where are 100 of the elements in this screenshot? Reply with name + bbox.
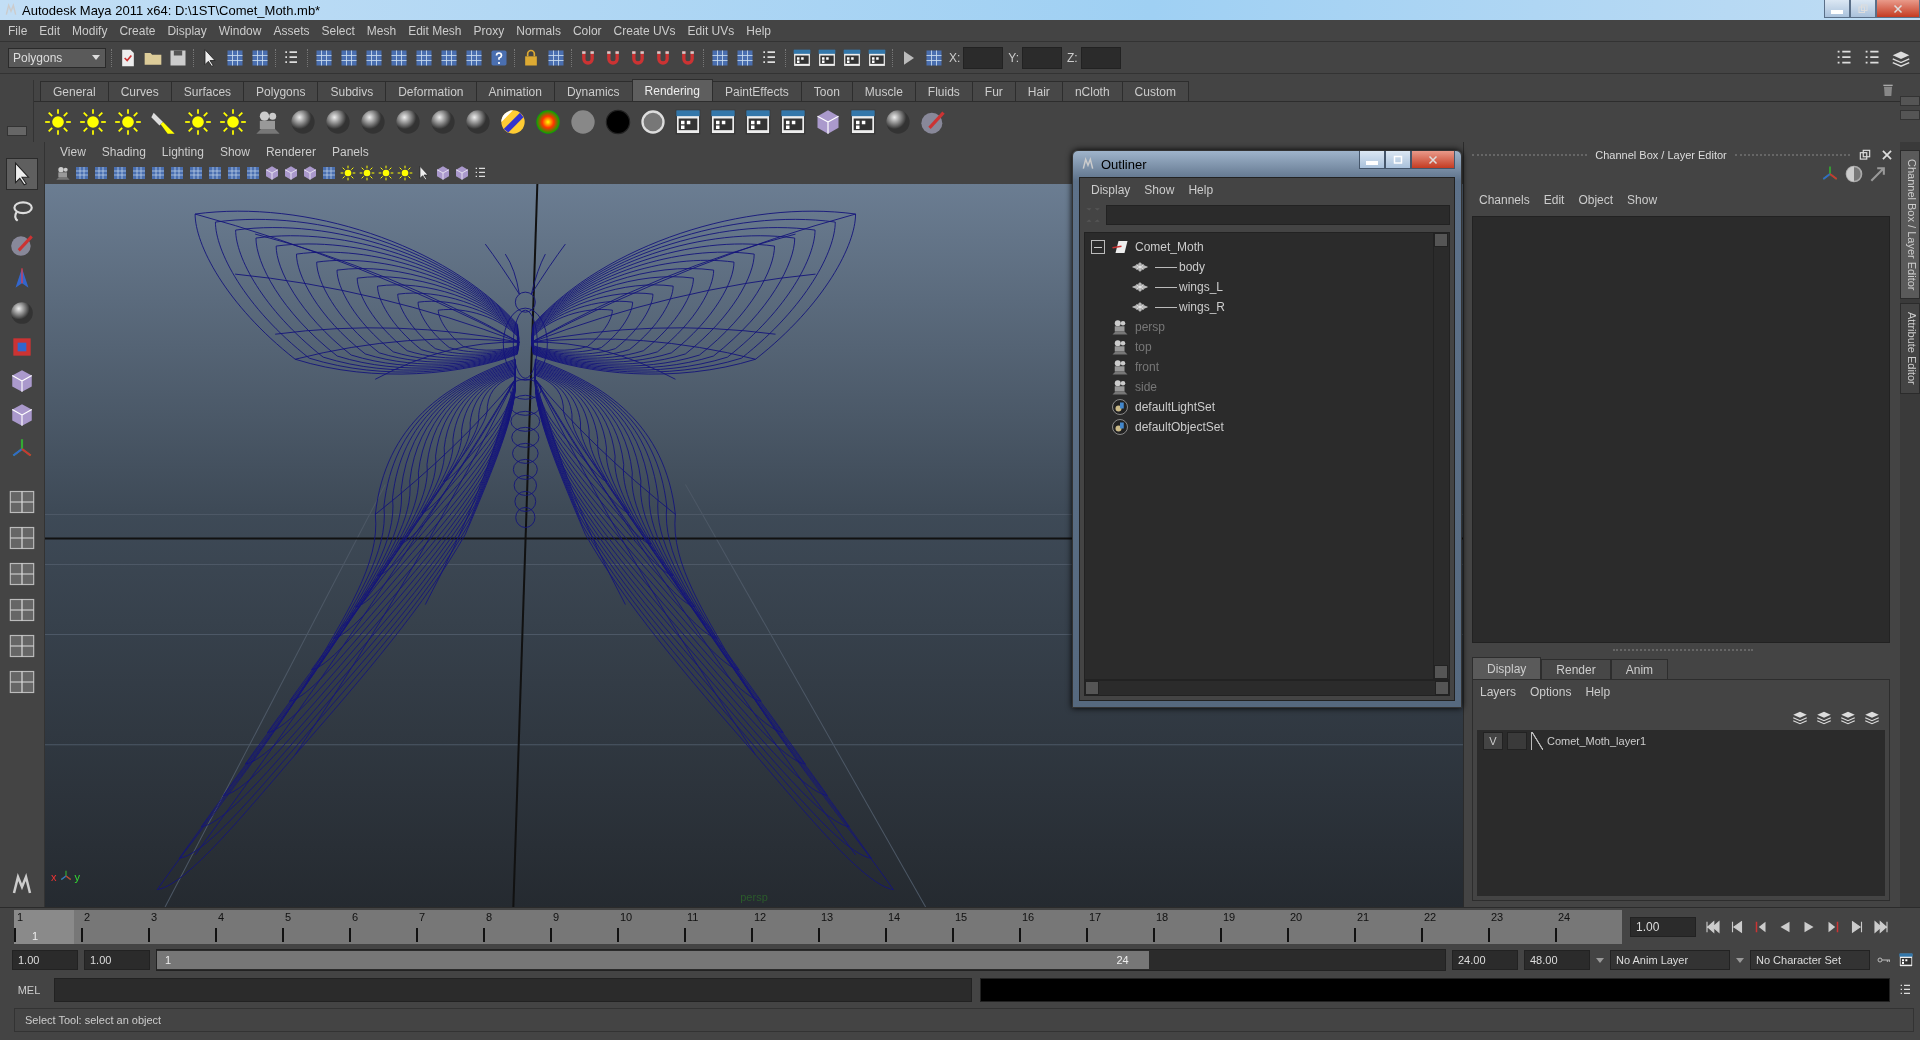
close-button[interactable] [1876, 0, 1920, 18]
grid-icon[interactable] [169, 165, 185, 181]
cube-icon[interactable] [264, 165, 280, 181]
grid-icon[interactable] [150, 165, 166, 181]
clapper-icon[interactable] [709, 108, 737, 136]
range-slider[interactable]: 1 24 [157, 951, 1149, 969]
menu-item[interactable]: Proxy [467, 23, 511, 38]
menu-item[interactable]: Normals [510, 23, 567, 38]
arrow-icon[interactable] [1868, 164, 1888, 184]
coordinate-field[interactable] [963, 46, 1004, 69]
dropdown-caret-icon[interactable] [1736, 957, 1744, 963]
grid-icon[interactable] [112, 165, 128, 181]
sun-icon[interactable] [184, 108, 212, 136]
close-icon[interactable] [1880, 148, 1894, 162]
sun-icon[interactable] [44, 108, 72, 136]
layer-tab[interactable]: Render [1541, 659, 1611, 679]
menu-item[interactable]: Layers [1473, 685, 1524, 699]
sphere-icon[interactable] [464, 108, 492, 136]
filter-field[interactable] [1106, 205, 1450, 225]
layer-tab[interactable]: Display [1472, 657, 1542, 679]
cube-icon[interactable] [454, 165, 470, 181]
start-time-field[interactable]: 1.00 [12, 950, 78, 970]
panel-layout-icon[interactable] [8, 524, 36, 552]
panel-menu-item[interactable]: Panels [324, 145, 376, 159]
sun-icon[interactable] [79, 108, 107, 136]
panel-menu-item[interactable]: Renderer [258, 145, 323, 159]
shelf-tab[interactable]: General [40, 81, 109, 101]
grid-icon[interactable] [321, 165, 337, 181]
cube-icon[interactable] [9, 368, 35, 394]
panel-layout-icon[interactable] [8, 632, 36, 660]
panel-menu-item[interactable]: View [53, 145, 93, 159]
playback-end-field[interactable]: 24.00 [1452, 950, 1518, 970]
menu-item[interactable]: Edit [1536, 193, 1572, 207]
axes-icon[interactable] [58, 869, 73, 883]
sphere-icon[interactable] [289, 108, 317, 136]
skip-to-end-icon[interactable] [1872, 917, 1890, 936]
shelf-tab[interactable]: Rendering [631, 79, 713, 101]
menu-item[interactable]: Object [1571, 193, 1621, 207]
coordinate-field[interactable] [1080, 46, 1121, 69]
menu-item[interactable]: Show [1137, 183, 1182, 197]
menu-item[interactable]: Assets [267, 23, 316, 38]
sun-icon[interactable] [114, 108, 142, 136]
sun-icon[interactable] [340, 165, 356, 181]
shelf-tab[interactable]: Polygons [243, 81, 319, 101]
coordinate-field[interactable] [1022, 46, 1063, 69]
menu-item[interactable]: Help [1181, 183, 1221, 197]
menu-item[interactable]: Channels [1472, 193, 1537, 207]
trash-icon[interactable] [1880, 82, 1896, 98]
shelf-tab[interactable]: Custom [1121, 81, 1189, 101]
dropdown-caret-icon[interactable] [1596, 957, 1604, 963]
grid-icon[interactable] [226, 165, 242, 181]
menu-item[interactable]: Modify [66, 23, 114, 38]
panel-menu-item[interactable]: Shading [94, 145, 153, 159]
character-set-dropdown[interactable]: No Character Set [1750, 950, 1870, 970]
layer-tab[interactable]: Anim [1610, 659, 1669, 679]
menu-item[interactable]: Edit Mesh [402, 23, 468, 38]
maximize-button[interactable] [1385, 151, 1411, 169]
shelf-tab[interactable]: Dynamics [553, 81, 633, 101]
sphere-icon[interactable] [359, 108, 387, 136]
menu-item[interactable]: Edit UVs [681, 23, 741, 38]
grid-icon[interactable] [93, 165, 109, 181]
time-slider[interactable]: 1 2 3 4 5 6 7 8 9 10 11 12 13 14 15 16 17 18 19 20 21 22 23 24 1 [14, 909, 1622, 944]
menu-item[interactable]: Select [315, 23, 361, 38]
command-input-field[interactable] [54, 978, 972, 1002]
camera-icon[interactable] [55, 165, 71, 181]
menu-item[interactable]: Help [1578, 685, 1618, 699]
playback-toggle[interactable] [1507, 732, 1527, 750]
close-button[interactable] [1411, 151, 1455, 169]
menu-item[interactable]: Create UVs [607, 23, 682, 38]
striped-sphere-icon[interactable] [499, 108, 527, 136]
sun-icon[interactable] [378, 165, 394, 181]
menu-item[interactable]: Help [740, 23, 777, 38]
restore-icon[interactable] [1858, 148, 1872, 162]
grid-icon[interactable] [245, 165, 261, 181]
playback-start-field[interactable]: 1.00 [84, 950, 150, 970]
clapper-icon[interactable] [792, 47, 812, 68]
cube-icon[interactable] [302, 165, 318, 181]
sphere-icon[interactable] [9, 300, 35, 326]
current-time-field[interactable]: 1.00 [1630, 916, 1696, 937]
side-tab[interactable]: Attribute Editor [1900, 303, 1920, 395]
menu-item[interactable]: Display [1084, 183, 1138, 197]
clapper-icon[interactable] [867, 47, 887, 68]
sphere-icon[interactable] [429, 108, 457, 136]
side-tab[interactable]: Channel Box / Layer Editor [1900, 150, 1920, 300]
mode-dropdown[interactable]: Polygons [8, 47, 106, 68]
clapper-icon[interactable] [674, 108, 702, 136]
menu-item[interactable]: Mesh [360, 23, 403, 38]
cube-icon[interactable] [283, 165, 299, 181]
half-filled-circle-icon[interactable] [1844, 164, 1864, 184]
sphere-icon[interactable] [884, 108, 912, 136]
grid-icon[interactable] [131, 165, 147, 181]
menu-item[interactable]: Display [161, 23, 213, 38]
minimize-button[interactable] [1359, 151, 1385, 169]
menu-item[interactable]: Create [113, 23, 162, 38]
disc-icon[interactable] [639, 108, 667, 136]
clapper-icon[interactable] [744, 108, 772, 136]
sphere-icon[interactable] [324, 108, 352, 136]
grid-icon[interactable] [207, 165, 223, 181]
color-sphere-icon[interactable] [534, 108, 562, 136]
sun-icon[interactable] [219, 108, 247, 136]
